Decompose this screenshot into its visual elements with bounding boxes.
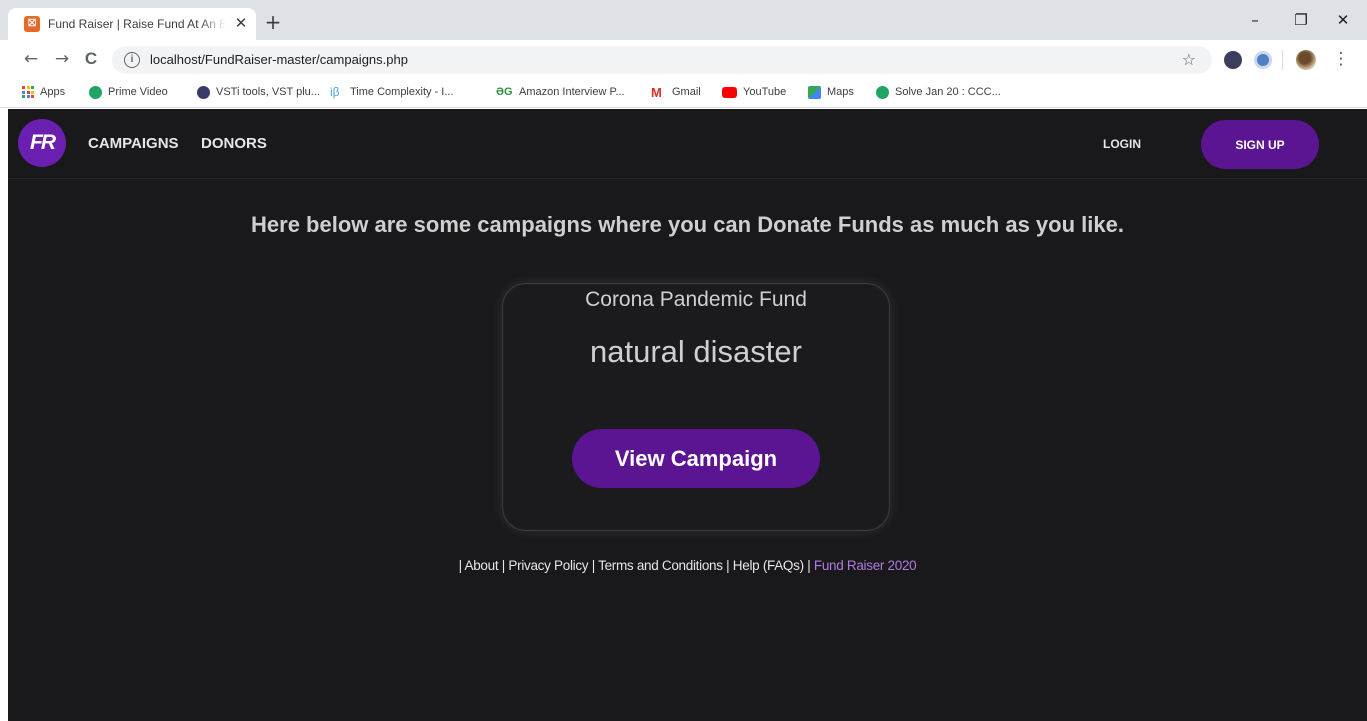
bookmark-label: Maps [827, 86, 854, 98]
reload-icon[interactable]: C [80, 48, 102, 70]
forward-icon[interactable]: → [51, 48, 73, 70]
new-tab-button[interactable]: + [262, 11, 284, 33]
menu-icon[interactable]: ⋮ [1330, 48, 1352, 70]
back-icon[interactable]: ← [20, 48, 42, 70]
login-link[interactable]: LOGIN [1103, 137, 1141, 151]
address-bar[interactable]: i localhost/FundRaiser-master/campaigns.… [112, 46, 1212, 74]
bookmark-label: YouTube [743, 86, 787, 98]
bookmark-amazon-interview[interactable]: ƏG Amazon Interview P... [496, 82, 625, 102]
bookmark-label: Time Complexity - I... [350, 86, 454, 98]
apps-grid-icon [22, 86, 34, 98]
fund-raiser-favicon-icon: ⛝ [24, 16, 40, 32]
campaign-card [502, 283, 890, 531]
bookmark-label: Gmail [672, 86, 701, 98]
bookmark-gmail[interactable]: M Gmail [651, 82, 701, 102]
codechef-icon [876, 85, 889, 99]
bookmark-time-complexity[interactable]: iβ Time Complexity - I... [330, 82, 454, 102]
profile-avatar[interactable] [1296, 50, 1316, 70]
toolbar-divider [1282, 50, 1283, 70]
close-window-button[interactable]: ✕ [1320, 6, 1366, 34]
campaign-title: Corona Pandemic Fund [585, 288, 807, 311]
campaign-category: natural disaster [590, 334, 802, 369]
extension-icon[interactable] [1254, 51, 1272, 69]
signup-button[interactable]: SIGN UP [1201, 120, 1319, 169]
bookmark-label: Apps [40, 86, 66, 98]
bookmark-label: Prime Video [108, 86, 168, 98]
bookmark-label: Amazon Interview P... [519, 86, 625, 98]
restore-button[interactable]: ❐ [1278, 6, 1324, 34]
url-text[interactable]: localhost/FundRaiser-master/campaigns.ph… [150, 52, 408, 68]
nav-donors-link[interactable]: DONORS [201, 135, 267, 153]
browser-tab[interactable]: ⛝ Fund Raiser | Raise Fund At An Easy Wa… [8, 8, 256, 40]
footer-about-link[interactable]: | About [459, 558, 499, 573]
minimize-button[interactable]: – [1232, 6, 1278, 34]
footer-help-link[interactable]: | Help (FAQs) | [726, 558, 811, 573]
bookmark-youtube[interactable]: YouTube [722, 82, 786, 102]
vst-icon [197, 85, 210, 99]
bookmark-vsti-tools[interactable]: VSTi tools, VST plu... [197, 82, 320, 102]
close-tab-icon[interactable]: ✕ [232, 14, 250, 32]
maps-icon [808, 85, 821, 99]
incognito-extension-icon[interactable] [1224, 51, 1242, 69]
footer: | About | Privacy Policy | Terms and Con… [8, 557, 1367, 575]
site-logo[interactable]: FR [18, 119, 66, 167]
bookmark-apps[interactable]: Apps [22, 82, 65, 102]
bookmark-codechef[interactable]: Solve Jan 20 : CCC... [876, 82, 1001, 102]
interviewbit-icon: iβ [330, 84, 340, 99]
gmail-icon: M [651, 84, 662, 100]
bookmark-label: VSTi tools, VST plu... [216, 86, 320, 98]
bookmark-star-icon[interactable]: ☆ [1182, 50, 1196, 70]
bookmark-maps[interactable]: Maps [808, 82, 854, 102]
youtube-icon [722, 86, 737, 98]
footer-terms-link[interactable]: | Terms and Conditions [592, 558, 723, 573]
geeksforgeeks-icon: ƏG [496, 85, 513, 98]
bookmark-label: Solve Jan 20 : CCC... [895, 86, 1001, 98]
footer-privacy-link[interactable]: | Privacy Policy [502, 558, 589, 573]
view-campaign-button[interactable]: View Campaign [572, 429, 820, 488]
intro-heading: Here below are some campaigns where you … [251, 212, 1124, 237]
prime-video-icon [89, 85, 102, 99]
bookmark-prime-video[interactable]: Prime Video [89, 82, 168, 102]
footer-brand: Fund Raiser 2020 [813, 558, 917, 573]
info-icon[interactable]: i [124, 52, 140, 68]
nav-campaigns-link[interactable]: CAMPAIGNS [88, 135, 179, 153]
tab-title: Fund Raiser | Raise Fund At An Easy Way [48, 17, 226, 31]
